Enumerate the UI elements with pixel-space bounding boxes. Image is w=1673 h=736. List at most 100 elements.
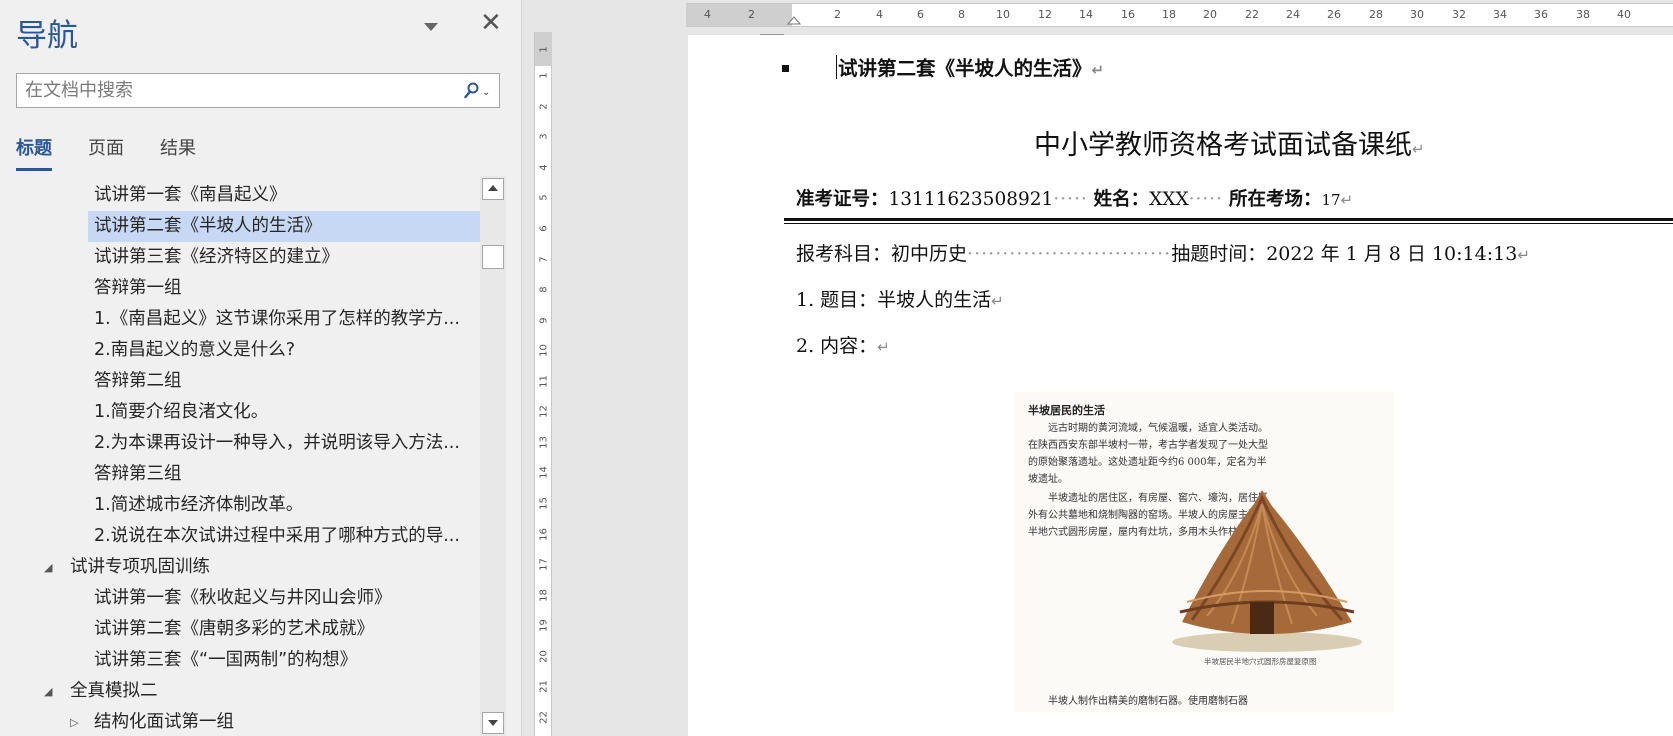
ruler-tick-label: 30 bbox=[1410, 8, 1424, 21]
paragraph-mark: ↵ bbox=[1340, 191, 1354, 209]
ruler-tick-label: 20 bbox=[1203, 8, 1217, 21]
tree-item[interactable]: 答辩第一组 bbox=[0, 273, 480, 304]
ruler-tick-label: 13 bbox=[538, 436, 550, 449]
ruler-tick-label: 32 bbox=[1452, 8, 1466, 21]
search-box: ⌄ bbox=[16, 73, 500, 108]
tree-item[interactable]: ◢ 试讲专项巩固训练 bbox=[0, 552, 480, 583]
ruler-tick-label: 12 bbox=[538, 405, 550, 418]
scroll-thumb[interactable] bbox=[482, 245, 504, 269]
tree-item[interactable]: ▷ 结构化面试第一组 bbox=[0, 707, 480, 736]
ruler-tick-label: 10 bbox=[538, 344, 550, 357]
ruler-tick-label: 34 bbox=[1493, 8, 1507, 21]
page-corner-mark bbox=[760, 27, 784, 35]
collapsed-triangle-icon[interactable]: ▷ bbox=[70, 707, 84, 736]
textbook-image[interactable]: 半坡居民的生活 远古时期的黄河流域，气候温暖，适宜人类活动。在陕西西安东部半坡村… bbox=[1014, 392, 1394, 712]
nav-options-dropdown-icon[interactable] bbox=[420, 16, 440, 36]
search-input[interactable] bbox=[25, 78, 445, 103]
vertical-ruler[interactable]: 1 1 2 3 4 5 6 7 8 9 10 11 12 13 14 15 16… bbox=[526, 0, 556, 736]
ruler-tick-label: 14 bbox=[538, 466, 550, 479]
ruler-tick-label: 40 bbox=[1617, 8, 1631, 21]
paragraph-mark: ↵ bbox=[991, 292, 1004, 310]
tab-results[interactable]: 结果 bbox=[160, 134, 196, 168]
tree-item[interactable]: 答辩第三组 bbox=[0, 459, 480, 490]
word-window: 导航 ✕ ⌄ 标题 页面 结果 试讲第一套《南昌起义》 试讲第二套《半坡人的生活… bbox=[0, 0, 1673, 736]
ruler-tick-label: 4 bbox=[538, 164, 550, 171]
tree-item[interactable]: 2.南昌起义的意义是什么? bbox=[0, 335, 480, 366]
ruler-tick-label: 1 bbox=[538, 46, 550, 53]
ruler-tick-label: 28 bbox=[1369, 8, 1383, 21]
tab-pages[interactable]: 页面 bbox=[88, 134, 124, 168]
ruler-tick-label: 3 bbox=[538, 133, 550, 140]
scroll-down-icon[interactable] bbox=[482, 712, 504, 734]
paragraph-mark: ↵ bbox=[1517, 246, 1530, 264]
ruler-tick-label: 20 bbox=[538, 650, 550, 663]
textbook-caption: 半坡居民半地穴式圆形房屋复原图 bbox=[1204, 657, 1317, 666]
tree-item-selected[interactable]: 试讲第二套《半坡人的生活》 bbox=[88, 211, 480, 242]
ruler-tick-label: 21 bbox=[538, 680, 550, 693]
paragraph-mark: ↵ bbox=[1091, 61, 1105, 79]
tree-item[interactable]: 试讲第三套《经济特区的建立》 bbox=[0, 242, 480, 273]
heading-bullet bbox=[782, 65, 789, 72]
tree-item[interactable]: 试讲第三套《“一国两制”的构想》 bbox=[0, 645, 480, 676]
ruler-tick-label: 19 bbox=[538, 619, 550, 632]
candidate-info-line[interactable]: 准考证号：13111623508921····· 姓名：XXX····· 所在考… bbox=[796, 185, 1353, 211]
paragraph-mark: ↵ bbox=[877, 338, 890, 356]
tree-item[interactable]: 试讲第一套《南昌起义》 bbox=[0, 180, 480, 211]
search-icon[interactable] bbox=[464, 82, 480, 100]
ruler-tick-label: 12 bbox=[1038, 8, 1052, 21]
text-cursor bbox=[836, 55, 837, 79]
nav-scrollbar[interactable] bbox=[480, 176, 506, 736]
ruler-tick-label: 18 bbox=[1162, 8, 1176, 21]
ruler-tick-label: 1 bbox=[538, 72, 550, 79]
tree-item[interactable]: ◢ 全真模拟二 bbox=[0, 676, 480, 707]
ruler-tick-label: 36 bbox=[1534, 8, 1548, 21]
subject-value: 初中历史 bbox=[891, 243, 968, 265]
ruler-tick-label: 9 bbox=[538, 317, 550, 324]
chevron-down-icon[interactable]: ⌄ bbox=[482, 87, 490, 98]
content-line[interactable]: 2. 内容：↵ bbox=[796, 331, 890, 358]
ruler-tick-label: 24 bbox=[1286, 8, 1300, 21]
ruler-margin bbox=[686, 4, 792, 26]
tree-item[interactable]: 1.简要介绍良渚文化。 bbox=[0, 397, 480, 428]
document-heading[interactable]: 试讲第二套《半坡人的生活》↵ bbox=[838, 52, 1104, 81]
ruler-tick-label: 18 bbox=[538, 589, 550, 602]
form-title[interactable]: 中小学教师资格考试面试备课纸↵ bbox=[1034, 123, 1425, 162]
ruler-tick-label: 10 bbox=[996, 8, 1010, 21]
ruler-tick-label: 7 bbox=[538, 256, 550, 263]
subject-line[interactable]: 报考科目：初中历史·····························抽题… bbox=[796, 239, 1530, 266]
ruler-tick-label: 11 bbox=[538, 375, 550, 388]
expanded-triangle-icon[interactable]: ◢ bbox=[44, 552, 58, 583]
double-rule-thick bbox=[784, 218, 1673, 221]
tree-item[interactable]: 答辩第二组 bbox=[0, 366, 480, 397]
tree-item[interactable]: 1.《南昌起义》这节课你采用了怎样的教学方... bbox=[0, 304, 480, 335]
ruler-tick-label: 15 bbox=[538, 497, 550, 510]
document-page[interactable]: 试讲第二套《半坡人的生活》↵ 中小学教师资格考试面试备课纸↵ 准考证号：1311… bbox=[688, 34, 1673, 736]
ruler-tick-label: 2 bbox=[748, 8, 755, 21]
ruler-tick-label: 22 bbox=[1245, 8, 1259, 21]
hut-illustration bbox=[1172, 490, 1362, 652]
ruler-tick-label: 14 bbox=[1079, 8, 1093, 21]
vertical-ruler-strip: 1 1 2 3 4 5 6 7 8 9 10 11 12 13 14 15 16… bbox=[534, 32, 552, 736]
candidate-name: XXX bbox=[1149, 189, 1189, 210]
expanded-triangle-icon[interactable]: ◢ bbox=[44, 676, 58, 707]
nav-title: 导航 bbox=[16, 18, 78, 54]
tab-headings[interactable]: 标题 bbox=[16, 134, 52, 171]
document-area[interactable]: 试讲第二套《半坡人的生活》↵ 中小学教师资格考试面试备课纸↵ 准考证号：1311… bbox=[556, 27, 1673, 736]
paragraph-mark: ↵ bbox=[1412, 140, 1425, 158]
horizontal-ruler[interactable]: 4 2 2 4 6 8 10 12 14 16 18 20 22 24 26 2… bbox=[686, 3, 1673, 27]
tree-item[interactable]: 2.说说在本次试讲过程中采用了哪种方式的导... bbox=[0, 521, 480, 552]
tree-item[interactable]: 试讲第二套《唐朝多彩的艺术成就》 bbox=[0, 614, 480, 645]
close-icon[interactable]: ✕ bbox=[480, 10, 502, 36]
tree-item[interactable]: 2.为本课再设计一种导入，并说明该导入方法... bbox=[0, 428, 480, 459]
scroll-up-icon[interactable] bbox=[482, 178, 504, 200]
tree-item[interactable]: 试讲第一套《秋收起义与井冈山会师》 bbox=[0, 583, 480, 614]
ruler-tick-label: 2 bbox=[834, 8, 841, 21]
topic-line[interactable]: 1. 题目：半坡人的生活↵ bbox=[796, 285, 1004, 312]
tree-item[interactable]: 1.简述城市经济体制改革。 bbox=[0, 490, 480, 521]
draw-time-value: 2022 年 1 月 8 日 10:14:13 bbox=[1266, 243, 1518, 265]
ruler-tick-label: 38 bbox=[1576, 8, 1590, 21]
ruler-tick-label: 16 bbox=[538, 528, 550, 541]
ruler-tick-label: 6 bbox=[917, 8, 924, 21]
ruler-tick-label: 8 bbox=[538, 286, 550, 293]
navigation-pane: 导航 ✕ ⌄ 标题 页面 结果 试讲第一套《南昌起义》 试讲第二套《半坡人的生活… bbox=[0, 0, 522, 736]
